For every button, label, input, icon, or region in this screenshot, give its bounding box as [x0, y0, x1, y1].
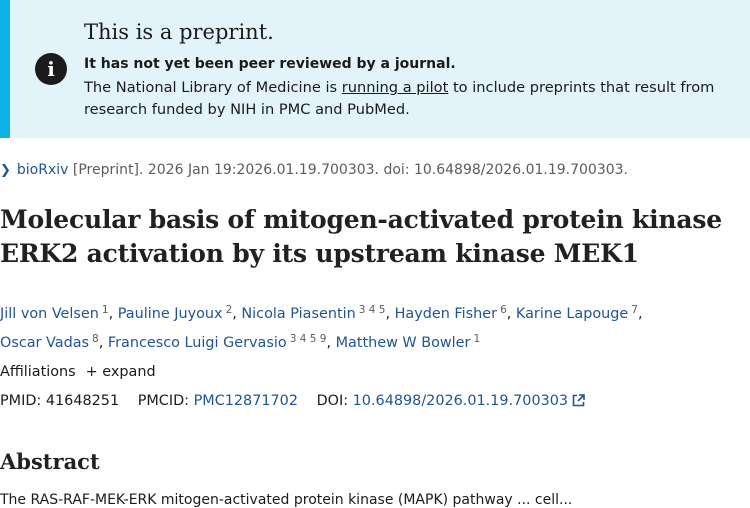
author-name[interactable]: Matthew W Bowler [336, 335, 471, 351]
author-name[interactable]: Pauline Juyoux [118, 306, 223, 322]
author-affiliation-sup[interactable]: 3 4 5 9 [290, 333, 327, 345]
external-link-icon[interactable] [572, 394, 585, 407]
author-affiliation-sup[interactable]: 7 [631, 304, 638, 316]
info-icon: i [35, 53, 67, 85]
pmcid-link[interactable]: PMC12871702 [194, 393, 298, 409]
author-affiliation-sup[interactable]: 3 4 5 [359, 304, 386, 316]
author-name[interactable]: Jill von Velsen [0, 306, 99, 322]
author-link[interactable]: Pauline Juyoux 2 [118, 304, 233, 322]
notice-text: The National Library of Medicine is runn… [84, 77, 744, 121]
doi-link[interactable]: 10.64898/2026.01.19.700303 [353, 393, 568, 409]
author-link[interactable]: Hayden Fisher 6 [395, 304, 507, 322]
journal-link[interactable]: bioRxiv [17, 162, 69, 178]
pmid-value: 41648251 [45, 393, 120, 409]
chevron-right-icon[interactable]: ❯ [0, 163, 11, 178]
author-affiliation-sup[interactable]: 1 [102, 304, 109, 316]
author-affiliation-sup[interactable]: 8 [92, 333, 99, 345]
author-name[interactable]: Hayden Fisher [395, 306, 497, 322]
article-identifiers: PMID: 41648251 PMCID: PMC12871702 DOI: 1… [0, 393, 585, 409]
expand-affiliations-button[interactable]: + expand [86, 364, 156, 380]
citation-details: [Preprint]. 2026 Jan 19:2026.01.19.70030… [68, 162, 628, 178]
author-link[interactable]: Francesco Luigi Gervasio 3 4 5 9 [108, 333, 327, 351]
doi-label: DOI: [316, 393, 349, 409]
author-name[interactable]: Oscar Vadas [0, 335, 89, 351]
author-link[interactable]: Matthew W Bowler 1 [336, 333, 481, 351]
preprint-notice: i This is a preprint. It has not yet bee… [0, 0, 750, 138]
author-affiliation-sup[interactable]: 1 [473, 333, 480, 345]
abstract-text: The RAS-RAF-MEK-ERK mitogen-activated pr… [0, 492, 573, 508]
citation-line: ❯ bioRxiv [Preprint]. 2026 Jan 19:2026.01… [0, 162, 628, 178]
article-title: Molecular basis of mitogen-activated pro… [0, 205, 722, 268]
abstract-heading: Abstract [0, 449, 100, 474]
author-list: Jill von Velsen 1, Pauline Juyoux 2, Nicol… [0, 304, 643, 351]
author-link[interactable]: Karine Lapouge 7 [516, 304, 638, 322]
notice-text-before: The National Library of Medicine is [84, 79, 342, 96]
author-name[interactable]: Francesco Luigi Gervasio [108, 335, 287, 351]
affiliations-row: Affiliations + expand [0, 364, 156, 380]
notice-title: This is a preprint. [84, 20, 274, 44]
author-link[interactable]: Nicola Piasentin 3 4 5 [241, 304, 386, 322]
pmcid-label: PMCID: [137, 393, 190, 409]
author-link[interactable]: Oscar Vadas 8 [0, 333, 99, 351]
author-name[interactable]: Nicola Piasentin [241, 306, 355, 322]
author-link[interactable]: Jill von Velsen 1 [0, 304, 109, 322]
affiliations-label: Affiliations [0, 364, 76, 380]
author-name[interactable]: Karine Lapouge [516, 306, 628, 322]
running-a-pilot-link[interactable]: running a pilot [342, 79, 449, 96]
notice-warning: It has not yet been peer reviewed by a j… [84, 56, 456, 72]
pmid-label: PMID: [0, 393, 42, 409]
author-affiliation-sup[interactable]: 6 [500, 304, 507, 316]
